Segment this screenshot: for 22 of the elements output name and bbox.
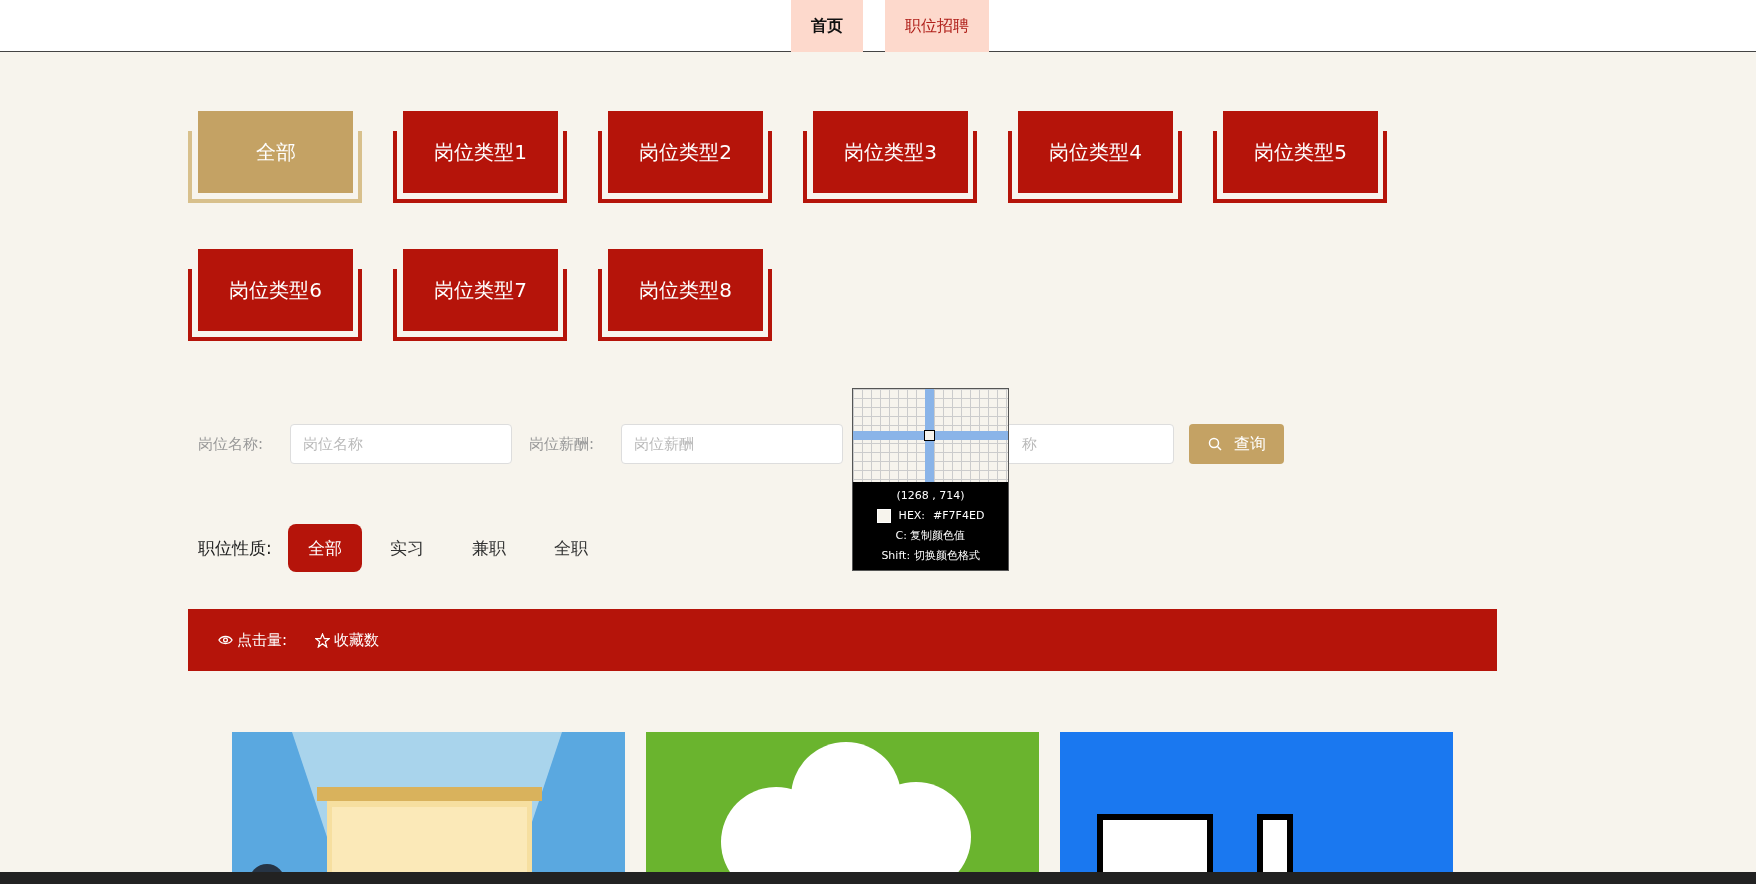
hint-text: C: 复制颜色值 <box>894 528 967 544</box>
field-label: 岗位薪酬: <box>529 434 596 454</box>
hint-text: Shift: 切换颜色格式 <box>880 548 981 564</box>
filter-label: 职位性质: <box>198 536 272 560</box>
coordinates-text: (1268 , 714) <box>895 488 966 504</box>
input-field[interactable]: 岗位名称 <box>290 424 512 464</box>
sort-link[interactable]: 点击量: <box>218 630 288 650</box>
input-field[interactable]: 岗位薪酬 <box>621 424 843 464</box>
eye-icon <box>218 634 233 646</box>
hex-value: #F7F4ED <box>933 508 985 524</box>
star-icon <box>315 632 331 648</box>
color-swatch <box>876 509 891 523</box>
nav-tab[interactable]: 职位招聘 <box>885 0 989 52</box>
filter-option[interactable]: 全职 <box>533 524 608 572</box>
filter-option[interactable]: 实习 <box>369 524 444 572</box>
hex-label: HEX: <box>898 508 926 524</box>
nav-tab[interactable]: 首页 <box>791 0 863 52</box>
sort-link[interactable]: 收藏数 <box>315 630 380 650</box>
filter-option[interactable]: 全部 <box>287 524 362 572</box>
field-label: 岗位名称: <box>198 434 265 454</box>
search-icon <box>1207 437 1222 451</box>
filter-option[interactable]: 兼职 <box>451 524 526 572</box>
